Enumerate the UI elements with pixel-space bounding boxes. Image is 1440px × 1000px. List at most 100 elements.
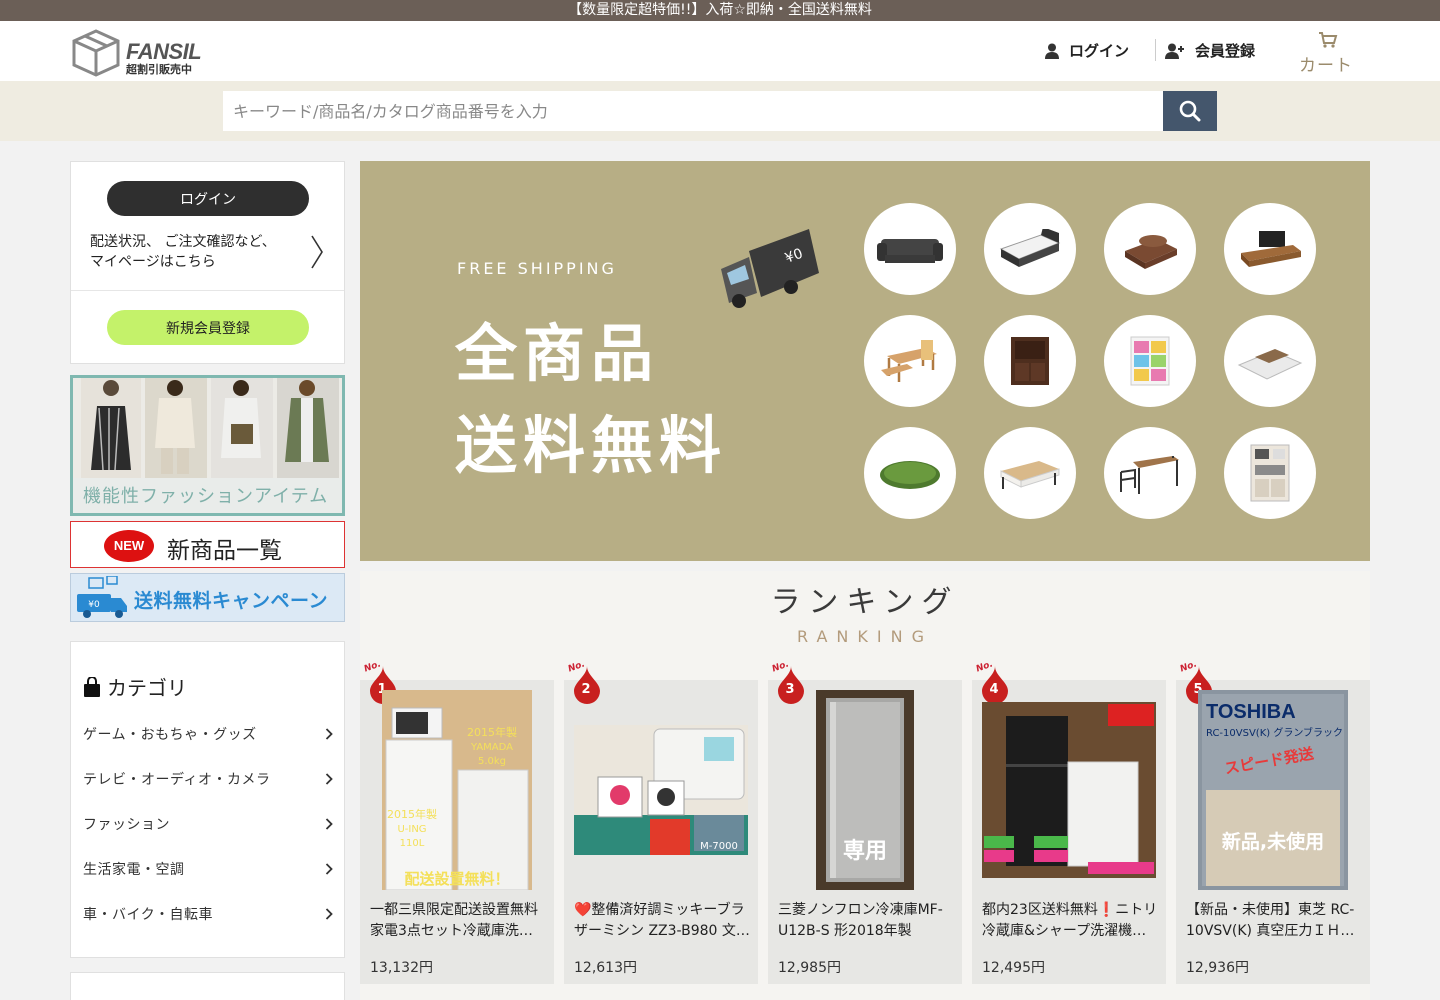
furniture-bed [984, 203, 1076, 295]
appliance-set-image: 2015年製 YAMADA 5.0kg 2015年製 U-ING 110L 配送… [382, 690, 532, 890]
product-image[interactable]: 専用 [768, 690, 962, 890]
chevron-right-icon [325, 773, 333, 785]
search-input[interactable] [223, 91, 1163, 131]
product-image-brand: TOSHIBA [1206, 701, 1296, 723]
furniture-coffee-table [984, 427, 1076, 519]
free-shipping-banner[interactable]: ¥0 送料無料キャンペーン [70, 573, 345, 622]
category-panel: カテゴリ ゲーム・おもちゃ・グッズ テレビ・オーディオ・カメラ ファッション 生… [70, 641, 345, 958]
furniture-kitchen-rack [1224, 427, 1316, 519]
svg-text:M-7000: M-7000 [700, 841, 738, 852]
hero-headline-1: 全商品 [455, 317, 660, 390]
furniture-desk-chair [1104, 427, 1196, 519]
freezer-image: 専用 [816, 690, 914, 890]
shopping-bag-icon [84, 676, 100, 697]
rice-cooker-box-image: TOSHIBA RC-10VSV(K) グランブラック スピード発送 新品,未使… [1198, 690, 1348, 890]
svg-text:5.0kg: 5.0kg [478, 756, 506, 767]
category-item[interactable]: テレビ・オーディオ・カメラ [83, 764, 333, 794]
furniture-kotatsu [1224, 315, 1316, 407]
sidebar-login-button[interactable]: ログイン [107, 181, 309, 216]
product-image-model: RC-10VSV(K) グランブラック [1206, 726, 1343, 739]
user-plus-icon [1165, 43, 1184, 59]
svg-text:2015年製: 2015年製 [387, 807, 437, 821]
category-label: テレビ・オーディオ・カメラ [83, 772, 271, 788]
ranking-card[interactable]: No. 3 専用 三菱ノンフロン冷凍庫MF-U12B-S 形2018年製 12,… [768, 659, 962, 984]
logo-tagline: 超割引販売中 [126, 63, 192, 76]
rug-icon [880, 461, 940, 489]
product-price: 12,495円 [982, 960, 1045, 976]
bed-icon [999, 229, 1061, 267]
chevron-right-icon[interactable] [309, 234, 325, 270]
mypage-link[interactable]: 配送状況、 ご注文確認など、 マイページはこちら [90, 232, 290, 272]
category-label: ゲーム・おもちゃ・グッズ [83, 727, 257, 743]
category-title: カテゴリ [83, 672, 187, 701]
category-label: 生活家電・空調 [83, 862, 185, 878]
header-register-link[interactable]: 会員登録 [1165, 40, 1255, 61]
sidebar-login-panel: ログイン 配送状況、 ご注文確認など、 マイページはこちら 新規会員登録 [70, 161, 345, 364]
chevron-right-icon [325, 908, 333, 920]
product-image[interactable]: M-7000 [564, 690, 758, 890]
site-header: FANSIL 超割引販売中 ログイン 会員登録 カート [0, 21, 1440, 81]
dining-table-icon [881, 340, 937, 382]
furniture-tv-stand [1224, 203, 1316, 295]
product-image[interactable] [972, 690, 1166, 890]
chevron-right-icon [325, 728, 333, 740]
mypage-desc-line2: マイページはこちら [90, 254, 216, 270]
cart-icon [1319, 32, 1338, 48]
header-divider [1155, 39, 1156, 61]
search-icon [1179, 100, 1201, 122]
fashion-banner[interactable]: 機能性ファッションアイテム [70, 375, 345, 516]
ranking-card[interactable]: No. 5 TOSHIBA RC-10VSV(K) グランブラック スピード発送… [1176, 659, 1370, 984]
header-login-link[interactable]: ログイン [1045, 40, 1129, 61]
category-label: ファッション [83, 817, 170, 833]
category-item[interactable]: 車・バイク・自転車 [83, 899, 333, 929]
futon-icon [1125, 235, 1177, 269]
hero-free-shipping: FREE SHIPPING [457, 259, 617, 278]
hero-banner[interactable]: FREE SHIPPING 全商品 送料無料 ¥0 [360, 161, 1370, 561]
new-badge: NEW [104, 530, 154, 562]
category-item[interactable]: 生活家電・空調 [83, 854, 333, 884]
search-bar [0, 81, 1440, 141]
product-image-caption: 新品,未使用 [1222, 830, 1324, 853]
mypage-desc-line1: 配送状況、 ご注文確認など、 [90, 234, 276, 250]
furniture-rug [864, 427, 956, 519]
sidebar-panel [70, 972, 345, 1000]
box-logo-icon [72, 29, 120, 77]
sofa-icon [877, 239, 943, 263]
chevron-right-icon [325, 818, 333, 830]
fashion-models-image [73, 378, 342, 478]
category-item[interactable]: ゲーム・おもちゃ・グッズ [83, 719, 333, 749]
truck-icon: ¥0 [77, 576, 127, 618]
furniture-storage-drawers [1104, 315, 1196, 407]
sidebar-register-button[interactable]: 新規会員登録 [107, 310, 309, 345]
hero-headline-2: 送料無料 [455, 409, 728, 482]
ranking-card[interactable]: No. 1 2015年製 YAMADA 5.0kg 2015年製 U-ING 1… [360, 659, 554, 984]
user-icon [1045, 43, 1059, 59]
product-name[interactable]: 一都三県限定配送設置無料家電3点セット冷蔵庫洗… [370, 900, 548, 942]
svg-text:2015年製: 2015年製 [467, 725, 517, 739]
sewing-machine-image: M-7000 [574, 725, 748, 855]
truck-yen-text: ¥0 [88, 600, 100, 610]
product-image[interactable]: TOSHIBA RC-10VSV(K) グランブラック スピード発送 新品,未使… [1176, 690, 1370, 890]
category-label: 車・バイク・自転車 [83, 907, 213, 923]
search-button[interactable] [1163, 91, 1217, 131]
product-name[interactable]: 都内23区送料無料❗ニトリ冷蔵庫&シャープ洗濯機… [982, 900, 1160, 942]
delivery-truck-icon: ¥0 [721, 229, 819, 308]
category-item[interactable]: ファッション [83, 809, 333, 839]
site-logo[interactable]: FANSIL 超割引販売中 [70, 27, 220, 77]
ranking-card[interactable]: No. 4 都内23区送料無料❗ニトリ冷蔵庫&シャープ洗濯機… 12,495円 [972, 659, 1166, 984]
announcement-bar: 【数量限定超特価!!】入荷☆即納・全国送料無料 [0, 0, 1440, 21]
furniture-cabinet [984, 315, 1076, 407]
cart-button[interactable]: カート [1296, 29, 1356, 77]
product-image-caption: 配送設置無料！ [404, 870, 509, 888]
product-name[interactable]: 三菱ノンフロン冷凍庫MF-U12B-S 形2018年製 [778, 900, 956, 942]
product-name[interactable]: 【新品・未使用】東芝 RC-10VSV(K) 真空圧力ＩＨ… [1186, 900, 1364, 942]
desk-icon [1120, 456, 1179, 494]
new-items-text: 新商品一覧 [167, 538, 282, 564]
product-price: 12,936円 [1186, 960, 1249, 976]
chevron-right-icon [325, 863, 333, 875]
product-image[interactable]: 2015年製 YAMADA 5.0kg 2015年製 U-ING 110L 配送… [360, 690, 554, 890]
category-title-text: カテゴリ [107, 676, 187, 700]
ranking-card[interactable]: No. 2 M-7000 ❤️整備済好調ミッキーブラザーミシン ZZ3-B980… [564, 659, 758, 984]
new-items-banner[interactable]: NEW 新商品一覧 [70, 521, 345, 568]
product-name[interactable]: ❤️整備済好調ミッキーブラザーミシン ZZ3-B980 文… [574, 900, 752, 942]
